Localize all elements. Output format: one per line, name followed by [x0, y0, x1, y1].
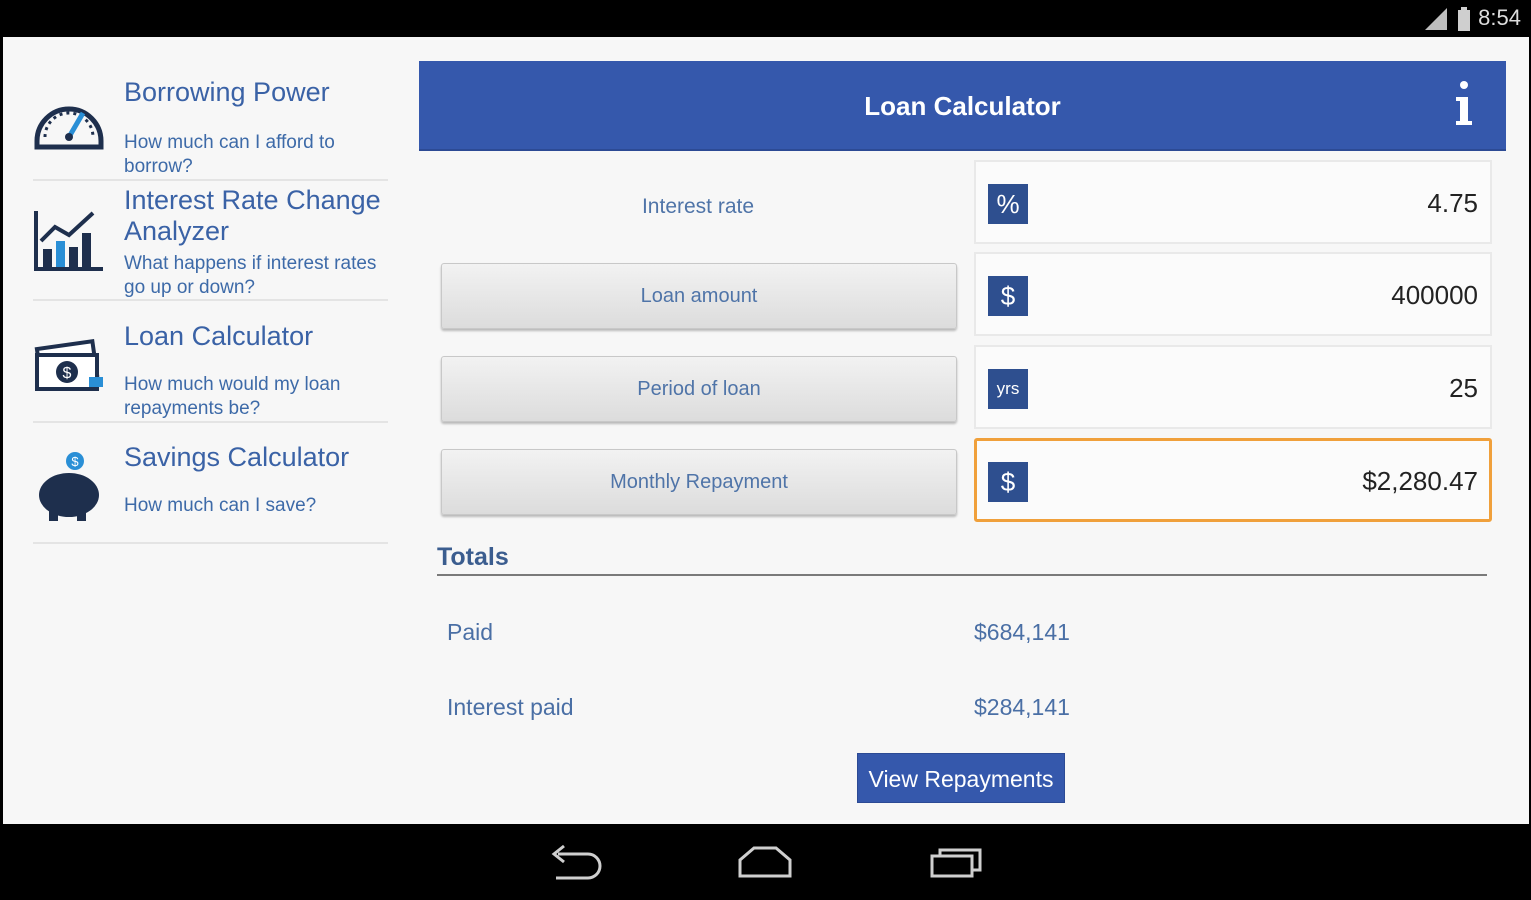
sidebar-item-borrowing-power[interactable]: Borrowing Power How much can I afford to…: [33, 71, 388, 181]
app-window: Borrowing Power How much can I afford to…: [3, 37, 1529, 824]
sidebar-item-desc: How much would my loan repayments be?: [124, 374, 341, 419]
svg-text:$: $: [63, 365, 72, 382]
status-bar: 8:54: [0, 0, 1531, 36]
main-panel: Loan Calculator Interest rate % 4.75 Loa…: [419, 61, 1506, 821]
years-unit: yrs: [988, 369, 1028, 409]
sidebar-item-desc: How much can I afford to borrow?: [124, 132, 335, 177]
navigation-bar: [0, 824, 1531, 900]
period-of-loan-button[interactable]: Period of loan: [441, 356, 957, 422]
loan-amount-button[interactable]: Loan amount: [441, 263, 957, 329]
interest-rate-label: Interest rate: [641, 195, 755, 218]
sidebar-item-desc: How much can I save?: [124, 495, 317, 516]
sidebar-item-title: Savings Calculator: [124, 442, 350, 472]
page-title: Loan Calculator: [864, 91, 1061, 121]
home-icon[interactable]: [736, 842, 794, 880]
sidebar-item-title: Loan Calculator: [124, 321, 314, 351]
sidebar-item-desc: What happens if interest rates go up or …: [124, 253, 377, 298]
paid-label: Paid: [447, 619, 494, 645]
monthly-repayment-button[interactable]: Monthly Repayment: [441, 449, 957, 515]
period-of-loan-field[interactable]: yrs 25: [974, 345, 1492, 429]
loan-amount-value: 400000: [1391, 280, 1478, 310]
monthly-repayment-value: $2,280.47: [1362, 466, 1478, 496]
sidebar-item-title: Interest Rate Change Analyzer: [124, 185, 381, 246]
loan-amount-field[interactable]: $ 400000: [974, 252, 1492, 336]
dollar-unit: $: [988, 276, 1028, 316]
percent-unit: %: [988, 184, 1028, 224]
totals-heading: Totals: [437, 543, 509, 571]
signal-icon: [1425, 8, 1447, 30]
paid-value: $684,141: [974, 619, 1070, 645]
totals-divider: [437, 574, 1487, 576]
svg-text:$: $: [71, 454, 79, 469]
status-icons: [1423, 7, 1471, 31]
header-bar: Loan Calculator: [419, 61, 1506, 151]
chart-icon: [34, 211, 103, 271]
speedometer-icon: [34, 106, 104, 150]
recent-apps-icon[interactable]: [928, 842, 986, 880]
interest-rate-field[interactable]: % 4.75: [974, 160, 1492, 244]
sidebar-item-savings-calculator[interactable]: $ Savings Calculator How much can I save…: [33, 425, 388, 544]
interest-rate-value: 4.75: [1427, 188, 1478, 218]
interest-paid-value: $284,141: [974, 694, 1070, 720]
monthly-repayment-field[interactable]: $ $2,280.47: [974, 438, 1492, 522]
sidebar: Borrowing Power How much can I afford to…: [3, 37, 403, 824]
piggy-bank-icon: $: [39, 452, 99, 521]
status-time: 8:54: [1478, 5, 1521, 30]
battery-icon: [1458, 7, 1470, 31]
interest-paid-label: Interest paid: [447, 694, 574, 720]
sidebar-item-title: Borrowing Power: [124, 77, 330, 107]
view-repayments-button[interactable]: View Repayments: [857, 753, 1065, 803]
period-of-loan-value: 25: [1449, 373, 1478, 403]
sidebar-item-interest-rate-change[interactable]: Interest Rate Change Analyzer What happe…: [33, 183, 388, 301]
back-icon[interactable]: [548, 842, 602, 880]
money-icon: $: [34, 339, 103, 391]
dollar-unit: $: [988, 462, 1028, 502]
info-icon[interactable]: [1452, 79, 1476, 131]
sidebar-item-loan-calculator[interactable]: $ Loan Calculator How much would my loan…: [33, 303, 388, 423]
